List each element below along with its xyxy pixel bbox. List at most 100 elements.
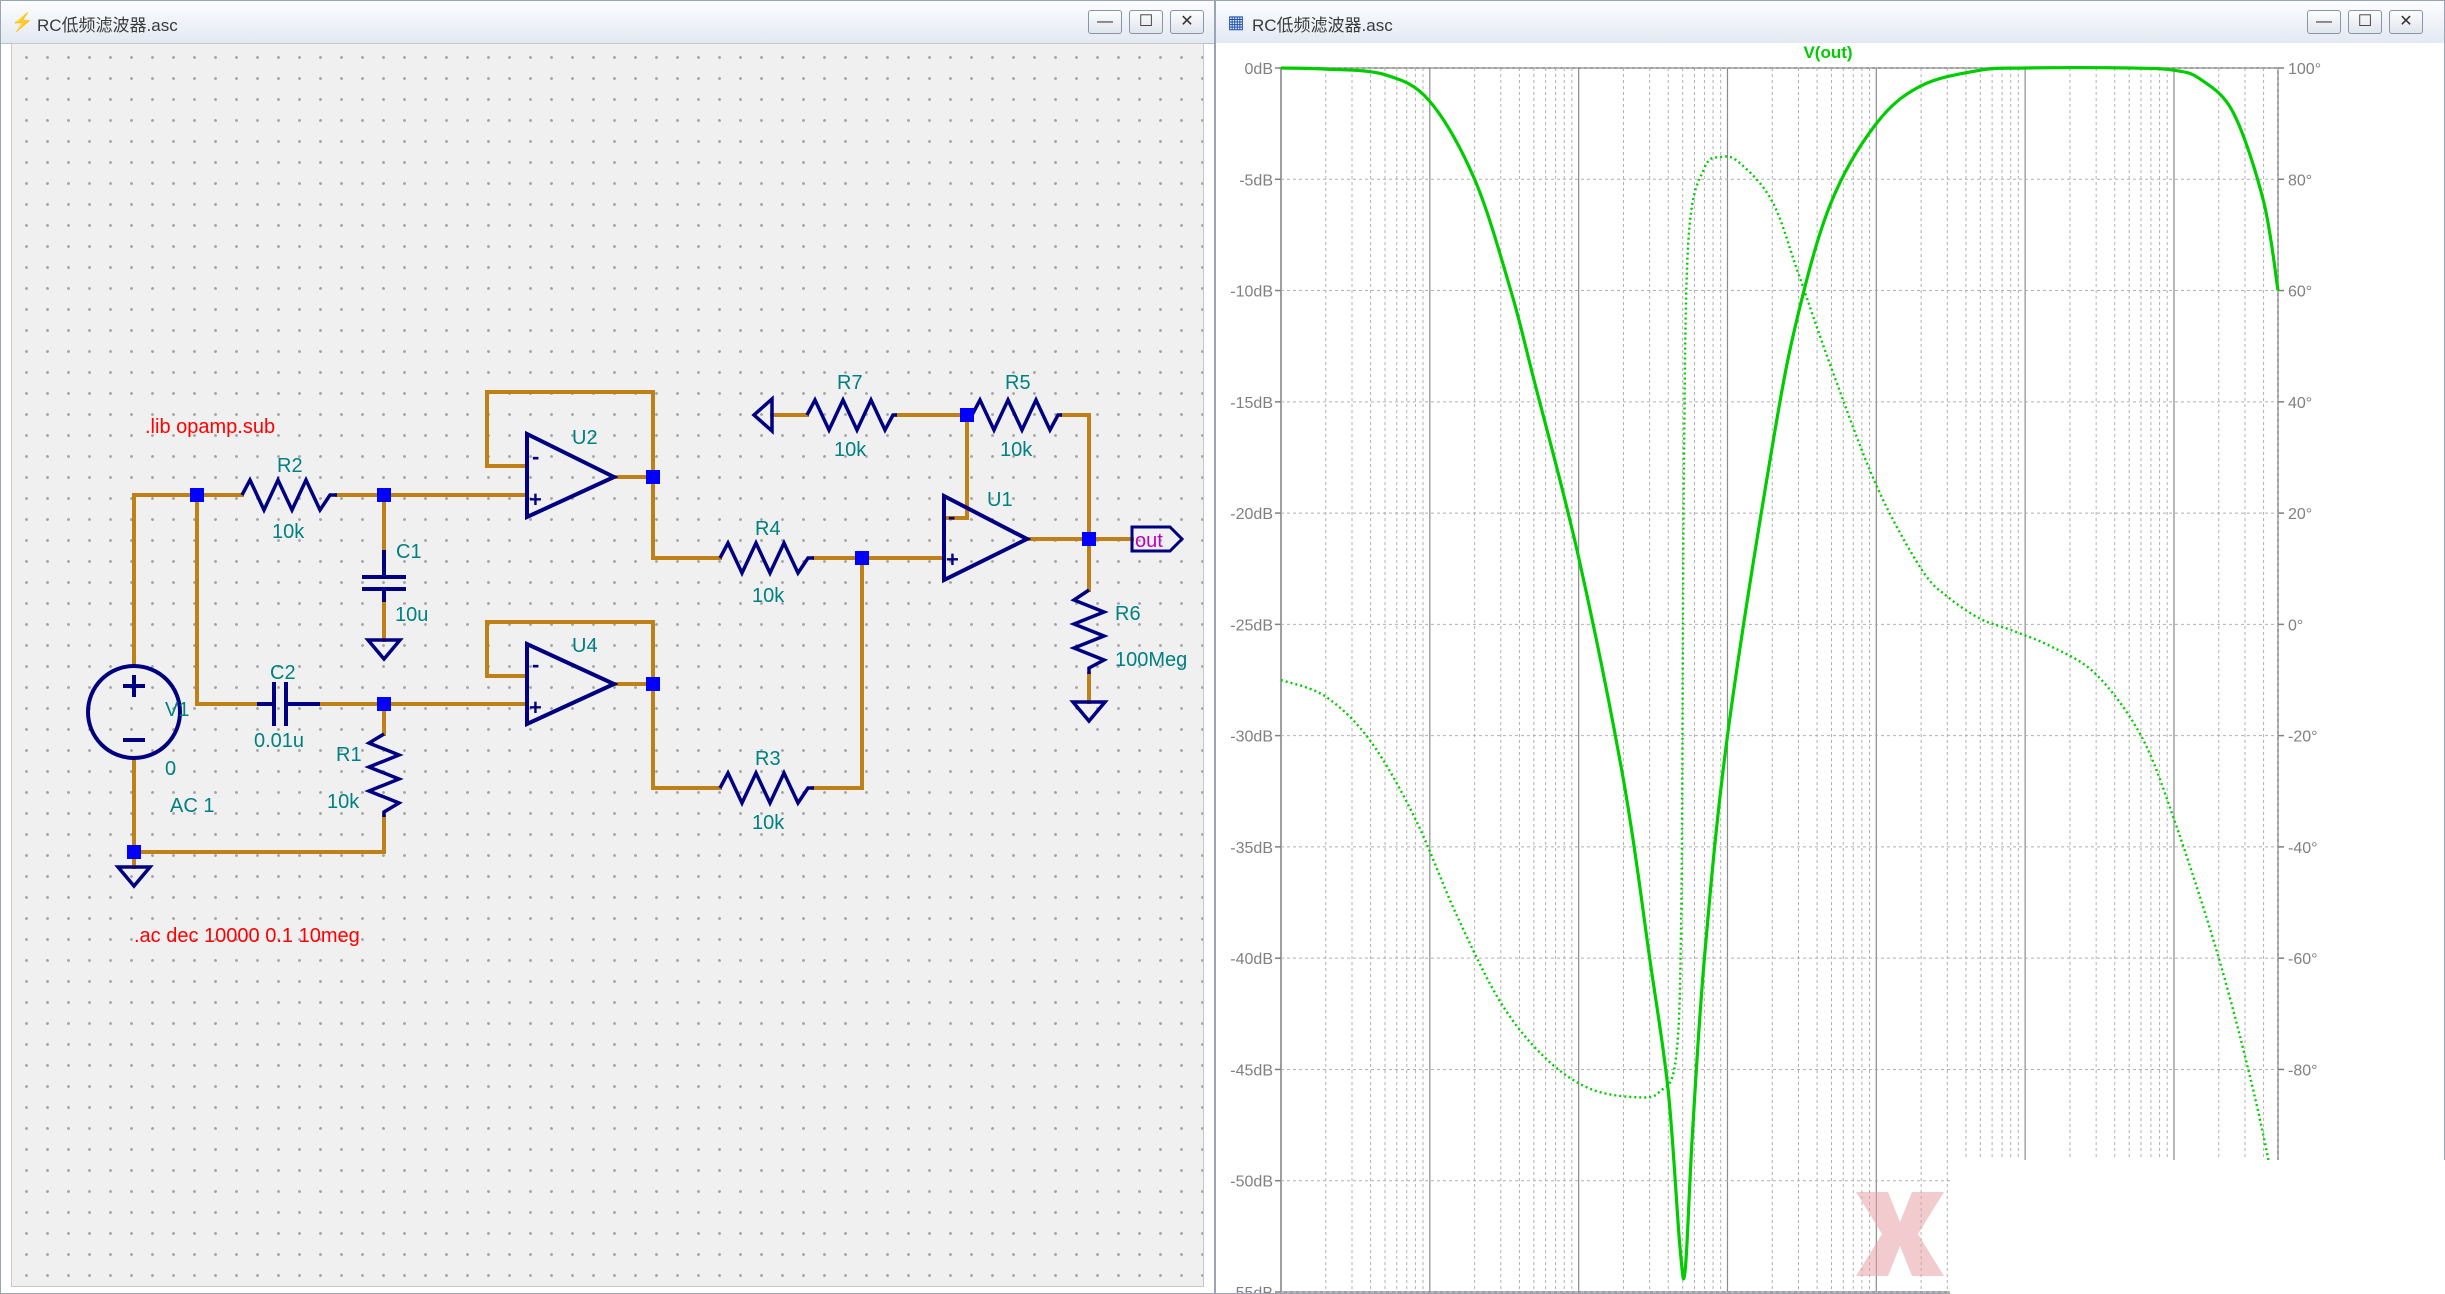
ground-r6 [1069, 700, 1109, 724]
junction-node [855, 551, 869, 565]
wire [485, 390, 655, 479]
label-r1-value: 10k [327, 791, 360, 813]
resistor-r3[interactable] [718, 768, 814, 808]
resistor-r1[interactable] [364, 732, 404, 817]
label-v1-value-0: 0 [165, 758, 176, 780]
trace-title[interactable]: V(out) [1803, 43, 1852, 62]
junction-node [646, 677, 660, 691]
y-tick-label-right: 80° [2288, 172, 2312, 189]
y-tick-label-left: 0dB [1245, 61, 1273, 78]
waveform-chart[interactable]: 0dB -5dB -10dB -15dB -20dB -25dB -30dB -35dB -40… [1216, 43, 2444, 1293]
junction-node [377, 697, 391, 711]
wire [195, 493, 259, 706]
schematic-titlebar[interactable]: ⚡ RC低频滤波器.asc — ☐ ✕ [1, 1, 1214, 44]
plot-window: ▦ RC低频滤波器.asc — ☐ ✕ 0dB -5dB -10dB -15dB -20… [1215, 0, 2445, 1294]
label-r3-ref: R3 [755, 748, 781, 770]
spice-directive-lib[interactable]: .lib opamp.sub [145, 416, 275, 438]
schematic-window: ⚡ RC低频滤波器.asc — ☐ ✕ - + - + - + out R2 1… [0, 0, 1215, 1294]
label-r6-ref: R6 [1115, 603, 1141, 625]
close-button[interactable]: ✕ [1170, 10, 1204, 34]
y-tick-label-left: -10dB [1230, 284, 1273, 301]
net-label-text: out [1135, 530, 1163, 552]
y-tick-label-left: -35dB [1230, 840, 1273, 857]
y-tick-label-right: -80° [2288, 1062, 2318, 1079]
label-r6-value: 100Meg [1115, 649, 1187, 671]
opamp-u4-plus: + [529, 695, 542, 720]
label-c1-ref: C1 [396, 541, 422, 563]
y-tick-label-left: -45dB [1230, 1062, 1273, 1079]
label-r4-value: 10k [752, 585, 785, 607]
junction-node [190, 488, 204, 502]
label-v1-value-1: AC 1 [170, 795, 214, 817]
ground-c1 [364, 638, 404, 662]
net-label-out[interactable]: out [1130, 525, 1185, 553]
schematic-canvas[interactable]: - + - + - + out R2 10k C1 10u C2 0.01u R… [11, 43, 1204, 1287]
label-r7-value: 10k [834, 439, 867, 461]
maximize-button[interactable]: ☐ [2348, 10, 2382, 34]
y-tick-label-left: -30dB [1230, 729, 1273, 746]
y-tick-label-right: -60° [2288, 951, 2318, 968]
y-tick-label-right: -20° [2288, 729, 2318, 746]
wire [132, 493, 199, 668]
wire [132, 815, 386, 854]
label-r3-value: 10k [752, 812, 785, 834]
y-tick-label-right: 100° [2288, 61, 2321, 78]
label-v1-ref: V1 [165, 699, 189, 721]
wire [812, 556, 864, 790]
y-tick-label-left: -40dB [1230, 951, 1273, 968]
ltspice-schematic-icon: ⚡ [11, 12, 34, 32]
magnitude-trace[interactable] [1280, 66, 2280, 1281]
label-r5-ref: R5 [1005, 372, 1031, 394]
y-tick-label-right: 60° [2288, 284, 2312, 301]
ground-r7 [751, 395, 774, 435]
label-r5-value: 10k [1000, 439, 1033, 461]
y-tick-label-left: -20dB [1230, 506, 1273, 523]
label-c2-ref: C2 [270, 662, 296, 684]
schematic-window-title: RC低频滤波器.asc [37, 16, 178, 35]
y-tick-label-left: -55dB [1230, 1285, 1273, 1293]
label-c1-value: 10u [395, 604, 428, 626]
phase-trace[interactable] [1280, 155, 2280, 1209]
y-tick-label-right: 0° [2288, 617, 2303, 634]
label-r1-ref: R1 [336, 744, 362, 766]
label-u2-ref: U2 [572, 427, 598, 449]
capacitor-c2[interactable] [257, 682, 320, 726]
label-u4-ref: U4 [572, 635, 598, 657]
plot-window-title: RC低频滤波器.asc [1252, 16, 1393, 35]
plot-titlebar[interactable]: ▦ RC低频滤波器.asc — ☐ ✕ [1216, 1, 2444, 44]
resistor-r7[interactable] [805, 395, 897, 435]
junction-node [960, 408, 974, 422]
y-tick-label-right: 20° [2288, 506, 2312, 523]
y-tick-label-right: -40° [2288, 840, 2318, 857]
label-c2-value: 0.01u [254, 730, 304, 752]
wire [1060, 413, 1091, 541]
waveform-viewer-icon: ▦ [1227, 12, 1245, 32]
y-tick-label-left: -15dB [1230, 395, 1273, 412]
opamp-u2-minus: - [532, 444, 539, 469]
plot-frame [1280, 67, 2279, 1293]
junction-node [127, 845, 141, 859]
spice-directive-ac[interactable]: .ac dec 10000 0.1 10meg [134, 925, 360, 947]
junction-node [377, 488, 391, 502]
blank-area [1950, 1160, 2445, 1294]
label-r4-ref: R4 [755, 518, 781, 540]
close-button[interactable]: ✕ [2389, 10, 2423, 34]
resistor-r5[interactable] [970, 395, 1062, 435]
minimize-button[interactable]: — [1088, 10, 1122, 34]
y-tick-label-left: -5dB [1239, 172, 1273, 189]
opamp-u4-minus: - [532, 652, 539, 677]
resistor-r2[interactable] [240, 475, 337, 515]
label-r7-ref: R7 [837, 372, 863, 394]
ground-v1 [114, 865, 154, 889]
label-r2-ref: R2 [277, 455, 303, 477]
resistor-r4[interactable] [718, 538, 814, 578]
opamp-u2-plus: + [529, 487, 542, 512]
y-tick-label-left: -50dB [1230, 1174, 1273, 1191]
wire [651, 475, 722, 560]
waveform-plot-area[interactable]: 0dB -5dB -10dB -15dB -20dB -25dB -30dB -35dB -40… [1216, 43, 2444, 1293]
resistor-r6[interactable] [1069, 588, 1109, 674]
wire [485, 620, 655, 686]
maximize-button[interactable]: ☐ [1129, 10, 1163, 34]
y-tick-label-right: 40° [2288, 395, 2312, 412]
minimize-button[interactable]: — [2307, 10, 2341, 34]
